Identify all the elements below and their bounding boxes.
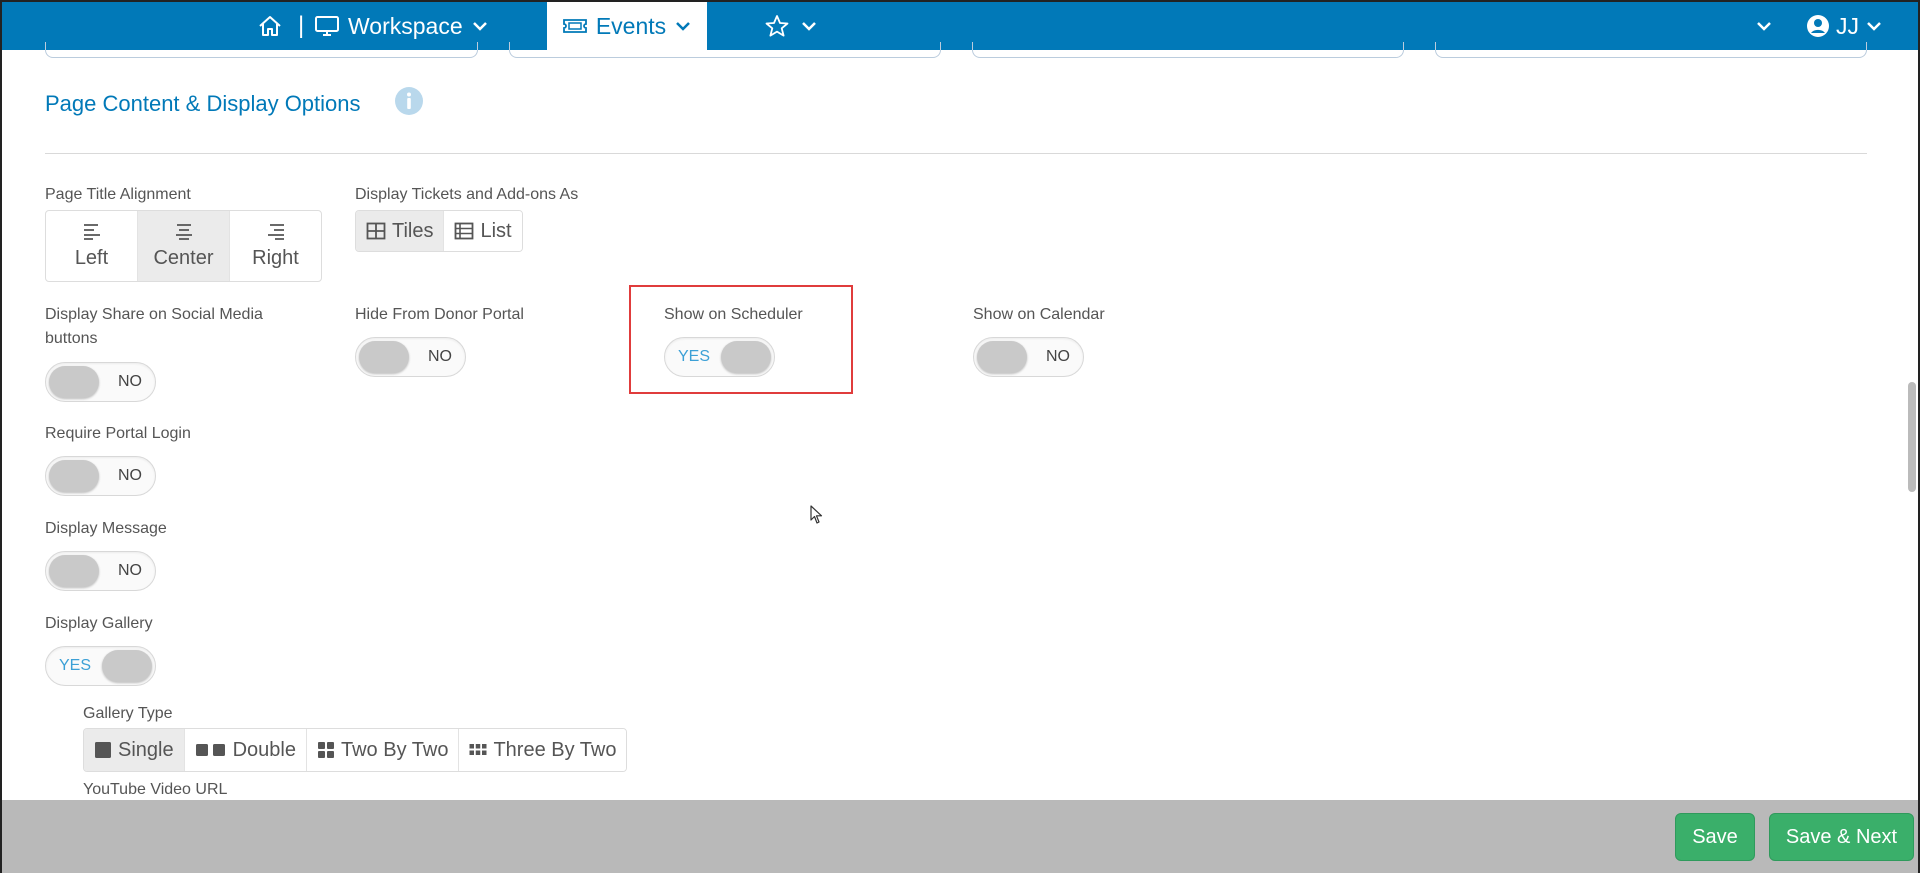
save-and-next-button[interactable]: Save & Next xyxy=(1769,813,1914,861)
display-tickets-label: Display Tickets and Add-ons As xyxy=(355,186,579,203)
show-calendar-toggle[interactable]: NO xyxy=(973,337,1084,377)
align-left-button[interactable]: Left xyxy=(46,211,138,281)
tiles-label: Tiles xyxy=(392,219,434,242)
display-gallery-label: Display Gallery xyxy=(45,615,153,632)
grid-icon xyxy=(366,222,386,240)
page-title-alignment-label: Page Title Alignment xyxy=(45,186,191,203)
share-social-label: Display Share on Social Media buttons xyxy=(45,306,263,347)
toggle-state: YES xyxy=(59,657,92,674)
ticket-icon xyxy=(562,19,587,33)
align-center-label: Center xyxy=(153,246,214,269)
toggle-knob xyxy=(49,366,99,398)
toggle-state: NO xyxy=(118,373,142,390)
align-left-label: Left xyxy=(74,246,109,269)
monitor-icon xyxy=(315,16,339,36)
bottom-action-bar: Save Save & Next xyxy=(2,800,1918,873)
previous-field-box xyxy=(972,42,1404,58)
toggle-knob xyxy=(359,341,409,373)
toggle-state: NO xyxy=(118,562,142,579)
chevron-down-icon xyxy=(1757,22,1771,31)
scrollbar-thumb[interactable] xyxy=(1908,382,1916,492)
two-squares-icon xyxy=(195,744,225,756)
toggle-state: NO xyxy=(428,348,452,365)
show-calendar-label: Show on Calendar xyxy=(973,306,1105,323)
mouse-cursor-icon xyxy=(810,505,824,525)
chevron-down-icon xyxy=(676,22,691,31)
gallery-three-by-two-button[interactable]: Three By Two xyxy=(459,729,627,771)
align-right-label: Right xyxy=(252,246,299,269)
youtube-url-label: YouTube Video URL xyxy=(83,781,228,798)
tiles-button[interactable]: Tiles xyxy=(356,211,445,251)
hide-donor-portal-toggle[interactable]: NO xyxy=(355,337,466,377)
gallery-double-button[interactable]: Double xyxy=(184,729,307,771)
previous-field-box xyxy=(1435,42,1867,58)
toggle-state: NO xyxy=(118,467,142,484)
section-title: Page Content & Display Options xyxy=(45,91,361,116)
list-label: List xyxy=(480,219,512,242)
display-message-toggle[interactable]: NO xyxy=(45,551,156,591)
align-left-icon xyxy=(83,223,100,240)
user-circle-icon xyxy=(1807,15,1829,37)
list-icon xyxy=(455,222,474,240)
list-button[interactable]: List xyxy=(444,211,522,251)
chevron-down-icon xyxy=(1867,22,1881,31)
align-center-icon xyxy=(175,223,192,240)
info-icon[interactable] xyxy=(394,86,424,116)
align-center-button[interactable]: Center xyxy=(138,211,230,281)
previous-field-box xyxy=(45,42,478,58)
section-divider xyxy=(45,153,1867,154)
save-button[interactable]: Save xyxy=(1675,813,1755,861)
star-icon xyxy=(765,15,789,37)
toggle-state: NO xyxy=(1046,348,1070,365)
gallery-double-label: Double xyxy=(232,738,296,761)
gallery-three-by-two-label: Three By Two xyxy=(493,738,617,761)
toggle-knob xyxy=(977,341,1027,373)
hide-donor-portal-label: Hide From Donor Portal xyxy=(355,306,524,323)
toggle-knob xyxy=(49,555,99,587)
gallery-two-by-two-label: Two By Two xyxy=(341,738,449,761)
home-icon xyxy=(259,16,281,36)
gallery-single-label: Single xyxy=(118,738,174,761)
display-message-label: Display Message xyxy=(45,520,167,537)
grid-2x2-icon xyxy=(318,742,334,758)
highlight-box xyxy=(629,285,853,394)
share-social-toggle[interactable]: NO xyxy=(45,362,156,402)
gallery-type-group: Single Double Two By Two Three By Two xyxy=(83,728,628,772)
workspace-label: Workspace xyxy=(348,12,463,39)
chevron-down-icon xyxy=(472,22,487,31)
gallery-single-button[interactable]: Single xyxy=(84,729,185,771)
user-initials: JJ xyxy=(1836,12,1859,39)
page-title-alignment-group: Left Center Right xyxy=(45,210,322,282)
gallery-type-label: Gallery Type xyxy=(83,705,173,722)
require-login-toggle[interactable]: NO xyxy=(45,456,156,496)
align-right-icon xyxy=(267,223,284,240)
square-icon xyxy=(95,742,111,758)
require-login-label: Require Portal Login xyxy=(45,425,191,442)
align-right-button[interactable]: Right xyxy=(230,211,321,281)
chevron-down-icon xyxy=(802,22,816,31)
events-label: Events xyxy=(595,12,667,39)
gallery-two-by-two-button[interactable]: Two By Two xyxy=(307,729,460,771)
grid-3x2-icon xyxy=(469,744,487,755)
display-tickets-group: Tiles List xyxy=(355,210,523,252)
display-gallery-toggle[interactable]: YES xyxy=(45,646,156,686)
toggle-knob xyxy=(49,460,99,492)
toggle-knob xyxy=(102,650,152,682)
previous-field-box xyxy=(509,42,941,58)
